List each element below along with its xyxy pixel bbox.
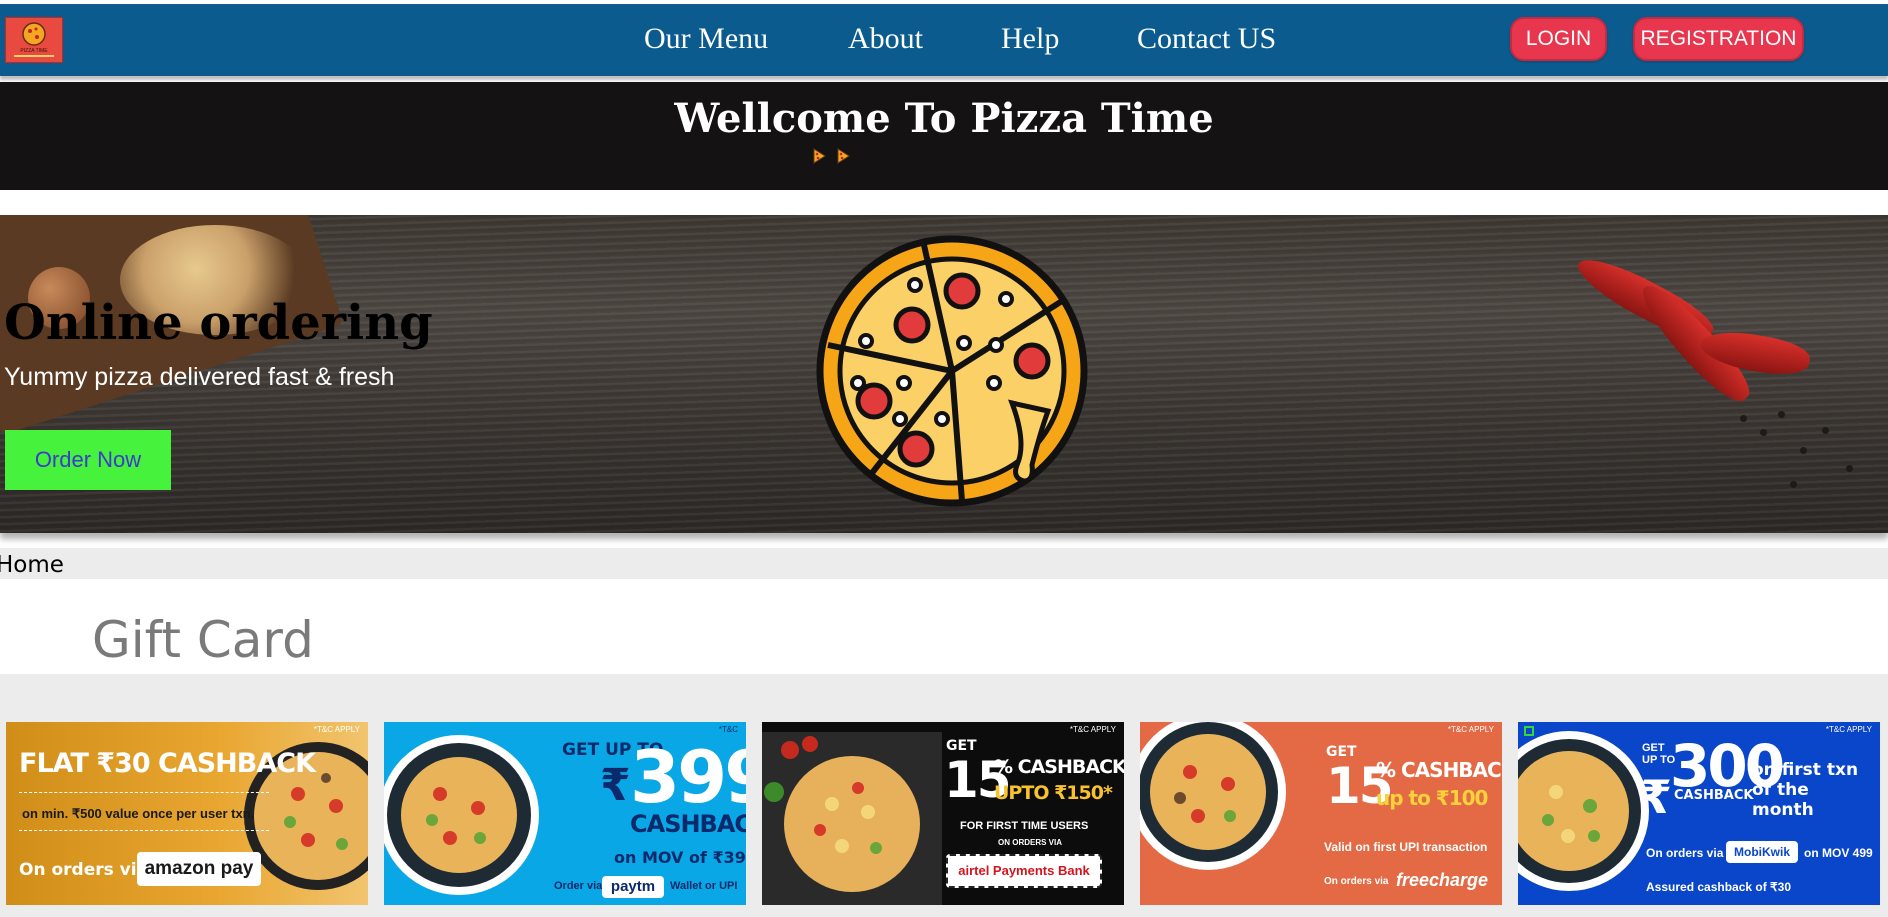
card-post: Wallet or UPI	[670, 880, 738, 892]
registration-button[interactable]: REGISTRATION	[1633, 17, 1804, 61]
card-condition: Valid on first UPI transaction	[1324, 840, 1488, 854]
nav-our-menu[interactable]: Our Menu	[644, 21, 768, 57]
card-via-label: On orders via	[19, 860, 149, 880]
card-via-label: Order via	[554, 880, 603, 892]
pizza-image	[762, 732, 942, 905]
breadcrumb: Home	[0, 548, 1888, 579]
peppercorn	[1760, 429, 1767, 436]
amazon-pay-logo: amazon pay	[137, 852, 261, 886]
welcome-icons	[812, 148, 856, 169]
card-foot: Assured cashback of ₹30	[1646, 880, 1792, 894]
hero-banner: Online ordering Yummy pizza delivered fa…	[0, 215, 1888, 533]
pizza-image	[1140, 722, 1286, 870]
gift-card-mobikwik[interactable]: *T&C APPLY GET UP TO ₹ 300 CASHBACK on f…	[1518, 722, 1880, 905]
card-post: on MOV 499	[1804, 846, 1873, 860]
cashback-label: % CASHBACK	[1376, 758, 1502, 782]
peppercorn	[1790, 481, 1797, 488]
peppercorn	[1800, 447, 1807, 454]
airtel-payments-bank-logo: airtel Payments Bank	[946, 854, 1102, 888]
cashback-label: CASHBACK	[630, 810, 746, 838]
currency-symbol: ₹	[1640, 770, 1673, 824]
paytm-logo: paytm	[602, 876, 664, 898]
pizza-image	[384, 735, 539, 895]
welcome-title: Wellcome To Pizza Time	[674, 95, 1214, 142]
cashback-upto: up to ₹100	[1376, 786, 1488, 810]
pizza-slice-icon	[837, 148, 851, 164]
mobikwik-logo: MobiKwik	[1726, 841, 1798, 863]
tc-label: *T&C APPLY	[1069, 725, 1116, 734]
tc-label: *T&C	[718, 725, 738, 734]
cashback-amount: 399	[630, 735, 746, 819]
peppercorn	[1778, 411, 1785, 418]
gift-card-freecharge[interactable]: *T&C APPLY GET 15 % CASHBACK up to ₹100 …	[1140, 722, 1502, 905]
card-via-label: On orders via	[1324, 876, 1389, 887]
gift-card-heading: Gift Card	[92, 611, 314, 669]
card-condition: on min. ₹500 value once per user txn.	[22, 806, 255, 821]
pizza-time-logo[interactable]: PIZZA TIME	[5, 17, 63, 63]
gift-card-amazon-pay[interactable]: *T&C APPLY FLAT ₹30 CASHBACK on min. ₹50…	[6, 722, 368, 905]
divider	[19, 792, 269, 794]
card-side-text: on first txn of the month	[1752, 760, 1859, 820]
peppercorn	[1740, 415, 1747, 422]
hero-subtitle: Yummy pizza delivered fast & fresh	[4, 363, 395, 391]
tc-label: *T&C APPLY	[1447, 725, 1494, 734]
currency-symbol: ₹	[600, 760, 631, 811]
divider	[19, 830, 269, 832]
tc-label: *T&C APPLY	[1825, 725, 1872, 734]
pizza-image	[1518, 731, 1649, 891]
nav-help[interactable]: Help	[1001, 21, 1059, 57]
cashback-label: CASHBACK	[1674, 788, 1754, 803]
tc-label: *T&C APPLY	[313, 725, 360, 734]
card-via-label: On orders via	[1646, 846, 1724, 860]
login-button[interactable]: LOGIN	[1510, 17, 1607, 61]
card-condition: FOR FIRST TIME USERS	[960, 820, 1089, 832]
top-navbar: PIZZA TIME Our Menu About Help Contact U…	[0, 4, 1888, 76]
peppercorn	[1846, 465, 1853, 472]
pizza-slice-icon	[813, 148, 826, 164]
gift-card-paytm[interactable]: *T&C GET UP TO ₹ 399 CASHBACK on MOV of …	[384, 722, 746, 905]
order-now-button[interactable]: Order Now	[5, 430, 171, 490]
cashback-label: % CASHBACK	[994, 756, 1124, 778]
peppercorn	[1822, 427, 1829, 434]
card-via-label: ON ORDERS VIA	[998, 838, 1063, 847]
cashback-upto: UPTO ₹150*	[994, 782, 1113, 804]
card-condition: on MOV of ₹399	[614, 848, 746, 867]
freecharge-logo: freecharge	[1396, 870, 1489, 890]
nav-contact-us[interactable]: Contact US	[1137, 21, 1276, 57]
pizza-icon	[816, 235, 1088, 507]
welcome-banner: Wellcome To Pizza Time	[0, 82, 1888, 190]
card-headline: FLAT ₹30 CASHBACK	[19, 748, 316, 779]
breadcrumb-home[interactable]: Home	[0, 550, 64, 580]
gift-card-airtel[interactable]: *T&C APPLY GET 15 % CASHBACK UPTO ₹150* …	[762, 722, 1124, 905]
nav-about[interactable]: About	[848, 21, 923, 57]
logo-text: PIZZA TIME	[20, 48, 48, 54]
hero-title: Online ordering	[4, 295, 433, 351]
